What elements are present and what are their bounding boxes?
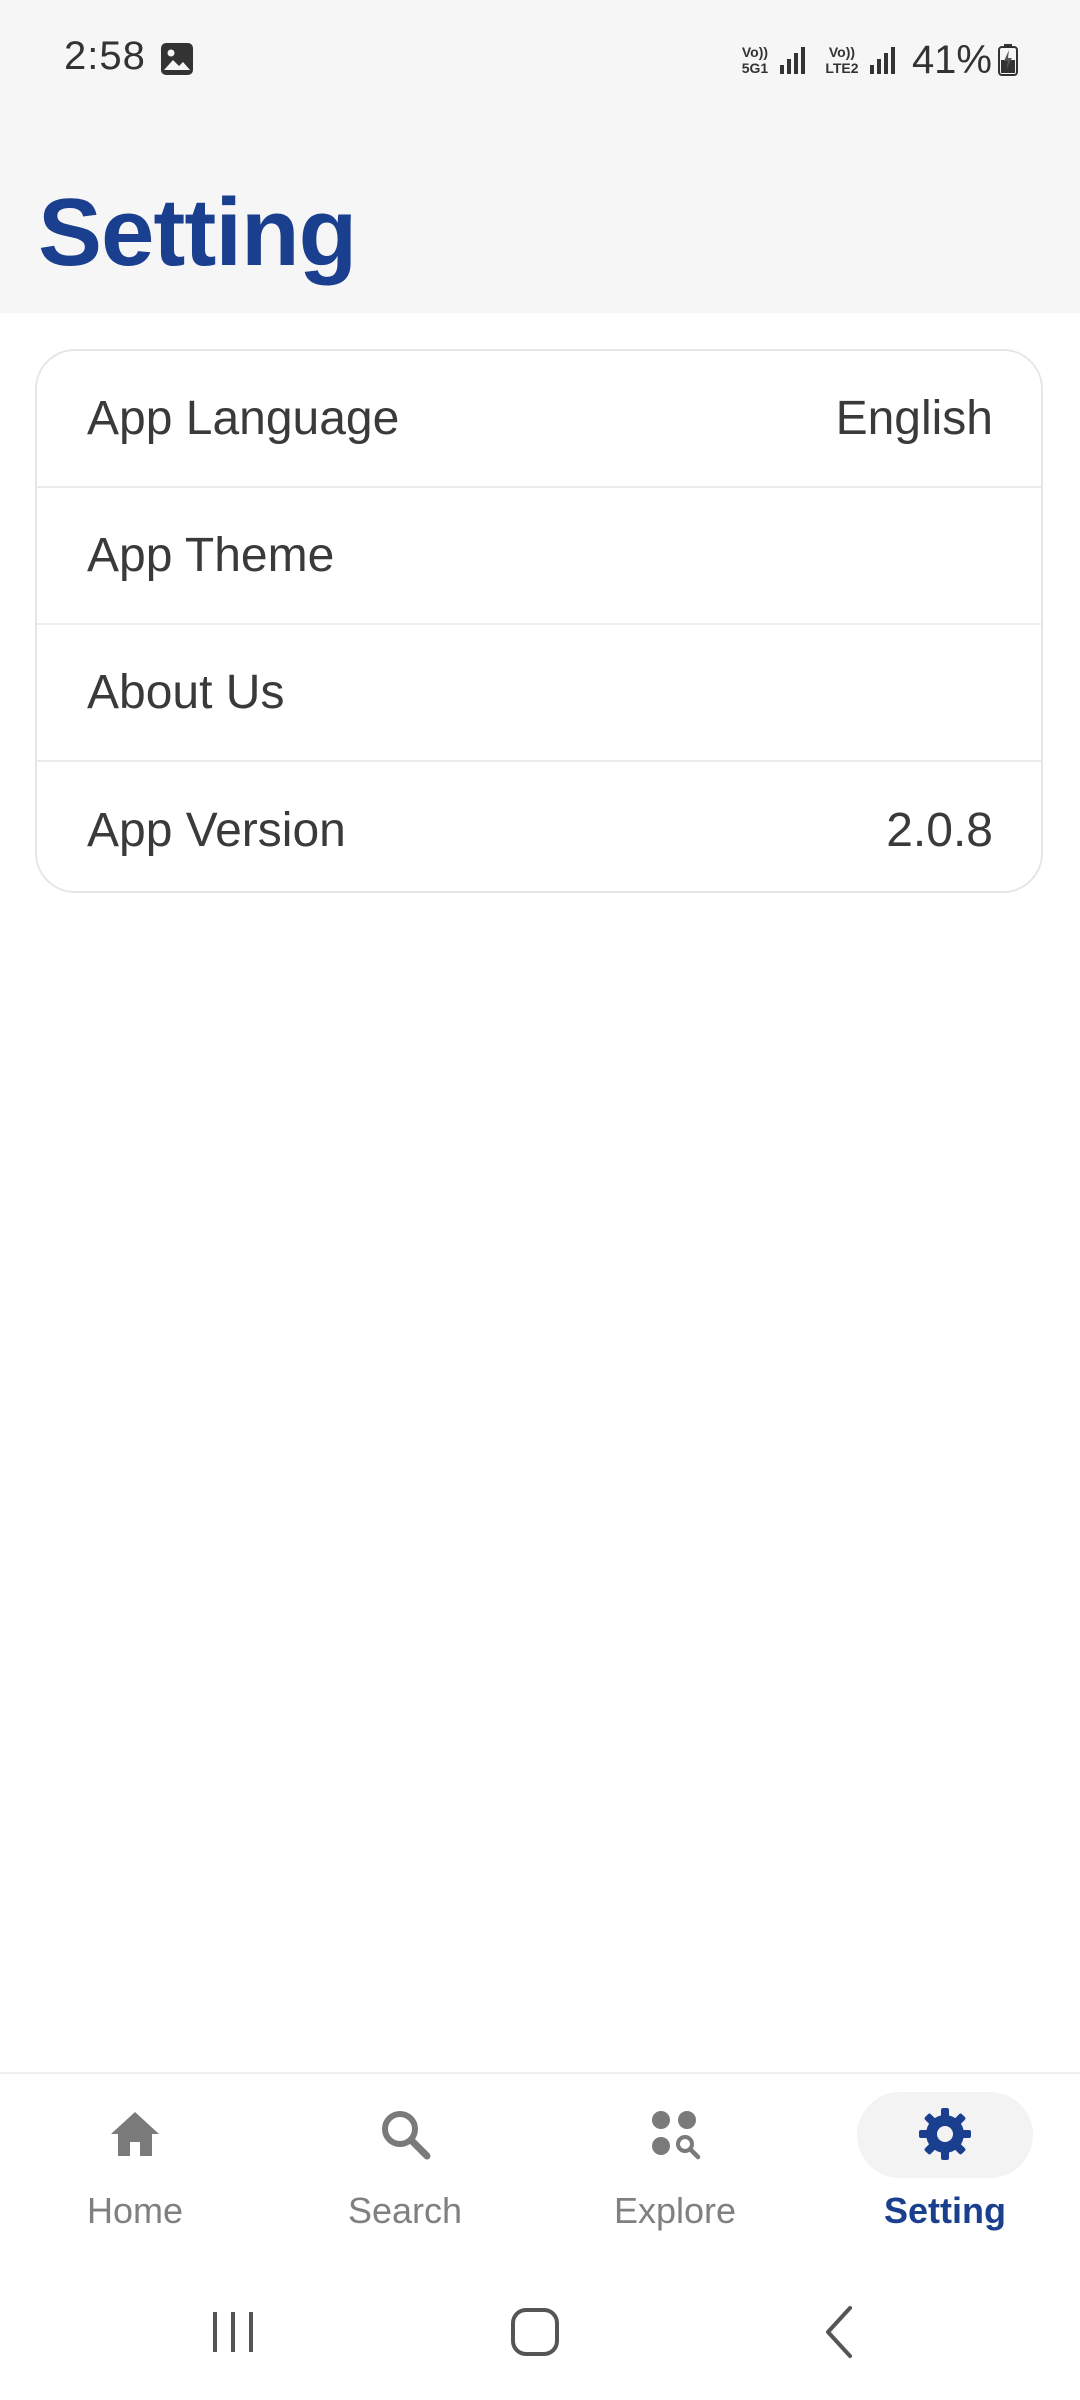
header-area: 2:58 Vo)) 5G1 Vo)) LTE2 41% Setting (0, 0, 1080, 313)
home-button-icon[interactable] (495, 2292, 575, 2372)
status-time: 2:58 (64, 34, 146, 78)
search-icon (382, 2111, 431, 2160)
system-navigation-bar (0, 2262, 1080, 2400)
setting-value: 2.0.8 (886, 804, 993, 857)
nav-home[interactable]: Home (0, 2074, 270, 2264)
signal-icon-2 (869, 47, 895, 74)
nav-search[interactable]: Search (270, 2074, 540, 2264)
nav-label: Setting (884, 2190, 1006, 2231)
network-5g-label: Vo)) 5G1 (738, 44, 772, 76)
setting-app-language[interactable]: App Language English (37, 351, 1041, 488)
setting-label: App Language (87, 392, 400, 445)
gallery-icon (161, 43, 193, 75)
settings-screen: 2:58 Vo)) 5G1 Vo)) LTE2 41% Setting App … (0, 0, 1080, 2400)
recent-apps-icon[interactable] (193, 2292, 273, 2372)
nav-label: Explore (613, 2190, 737, 2231)
nav-explore[interactable]: Explore (540, 2074, 810, 2264)
explore-icon (652, 2111, 701, 2160)
setting-value: English (835, 392, 993, 445)
nav-label: Home (86, 2190, 184, 2231)
page-title: Setting (38, 179, 357, 286)
battery-percentage: 41% (911, 37, 992, 82)
nav-setting[interactable]: Setting (810, 2074, 1080, 2264)
bottom-navigation: Home Search Explore Setting (0, 2072, 1080, 2264)
setting-label: About Us (87, 666, 285, 719)
setting-app-version[interactable]: App Version 2.0.8 (37, 762, 1041, 891)
setting-label: App Theme (87, 529, 335, 582)
battery-charging-icon (998, 44, 1018, 76)
nav-label: Search (347, 2190, 463, 2231)
network-lte-label: Vo)) LTE2 (822, 44, 862, 76)
settings-list: App Language English App Theme About Us … (35, 349, 1043, 893)
status-indicators: Vo)) 5G1 Vo)) LTE2 41% (738, 30, 1018, 90)
back-icon[interactable] (800, 2292, 880, 2372)
setting-app-theme[interactable]: App Theme (37, 488, 1041, 625)
status-bar: 2:58 Vo)) 5G1 Vo)) LTE2 41% (0, 0, 1080, 120)
gear-icon (919, 2108, 971, 2160)
home-icon (111, 2112, 159, 2156)
setting-label: App Version (87, 804, 346, 857)
signal-icon (779, 47, 805, 74)
net1-text: Vo)) 5G1 (741, 44, 769, 76)
net2-text: Vo)) LTE2 (825, 44, 859, 76)
setting-about-us[interactable]: About Us (37, 625, 1041, 762)
